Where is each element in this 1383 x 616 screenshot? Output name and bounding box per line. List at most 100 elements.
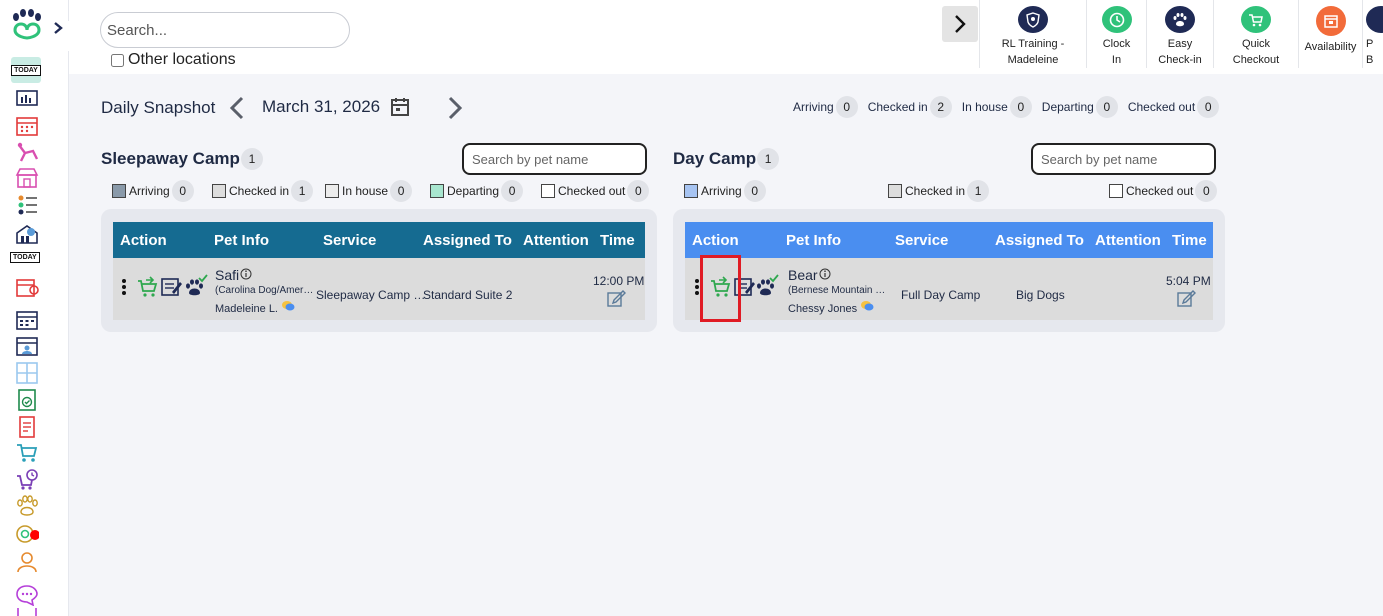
quick-action-easy-check-in[interactable]: Easy Check-in xyxy=(1146,0,1213,68)
paw-check-icon[interactable] xyxy=(184,274,208,301)
sleepaway-legend-departing[interactable]: Departing 0 xyxy=(430,180,524,202)
date-picker-icon[interactable] xyxy=(390,96,410,123)
col-time[interactable]: Time xyxy=(1172,232,1207,249)
paw-check-icon[interactable] xyxy=(755,274,779,301)
other-locations-checkbox[interactable]: Other locations xyxy=(111,51,236,69)
owner-name-link[interactable]: Madeleine L. xyxy=(215,300,295,315)
quick-action-clock-in[interactable]: Clock In xyxy=(1086,0,1146,68)
daycamp-table-header: Action Pet Info Service Assigned To Atte… xyxy=(685,222,1213,258)
previous-day-button[interactable] xyxy=(228,96,246,125)
col-assigned-to[interactable]: Assigned To xyxy=(423,232,512,249)
dashboard-nav-icon[interactable] xyxy=(12,88,42,112)
col-time[interactable]: Time xyxy=(600,232,635,249)
table-row[interactable]: Bear (Bernese Mountain … Chessy Jones Fu… xyxy=(685,258,1213,320)
snapshot-date[interactable]: March 31, 2026 xyxy=(262,97,380,117)
col-attention[interactable]: Attention xyxy=(1095,232,1161,249)
checkout-cart-icon[interactable] xyxy=(137,276,159,301)
quick-action-label: Availability xyxy=(1304,41,1357,53)
daily-snapshot-header: Daily Snapshot xyxy=(101,96,215,120)
assigned-to: Standard Suite 2 xyxy=(423,288,513,302)
col-pet-info[interactable]: Pet Info xyxy=(214,232,269,249)
col-service[interactable]: Service xyxy=(323,232,376,249)
daycamp-legend-checked-out[interactable]: Checked out 0 xyxy=(1109,180,1218,202)
info-icon[interactable] xyxy=(819,268,831,280)
staff-calendar-nav-icon[interactable] xyxy=(12,334,42,358)
quick-action-availability[interactable]: Availability xyxy=(1298,0,1362,68)
daycamp-legend-arriving[interactable]: Arriving 0 xyxy=(684,180,766,202)
paw-icon xyxy=(1165,6,1195,33)
calendar-red-nav-icon[interactable] xyxy=(12,114,42,138)
user-nav-icon[interactable] xyxy=(12,550,42,574)
staff-list-nav-icon[interactable] xyxy=(12,192,42,216)
sleepaway-legend-checked-in[interactable]: Checked in 1 xyxy=(212,180,314,202)
today-nav-icon[interactable]: TODAY xyxy=(11,57,41,83)
quick-action-rl-training[interactable]: RL Training - Madeleine xyxy=(979,0,1086,68)
assigned-to: Big Dogs xyxy=(1016,288,1065,302)
schedule-nav-icon[interactable] xyxy=(12,308,42,332)
sleepaway-pet-search-input[interactable] xyxy=(462,143,647,175)
top-bar: Other locations RL Training - Madeleine … xyxy=(69,0,1383,74)
cart-nav-icon[interactable] xyxy=(12,441,42,465)
chevron-right-icon xyxy=(448,96,463,120)
pet-name-link[interactable]: Safi xyxy=(215,267,252,283)
chat-bubble-icon[interactable] xyxy=(281,300,295,312)
sleepaway-legend-arriving[interactable]: Arriving 0 xyxy=(112,180,194,202)
paw-logo-icon[interactable] xyxy=(10,8,44,42)
calendar-alert-nav-icon[interactable] xyxy=(12,276,42,300)
partial-icon xyxy=(1366,6,1383,33)
report-card-icon[interactable] xyxy=(160,276,184,301)
paw-nav-icon[interactable] xyxy=(12,494,42,518)
col-assigned-to[interactable]: Assigned To xyxy=(995,232,1084,249)
row-menu-icon[interactable] xyxy=(121,278,127,299)
sleepaway-legend-in-house[interactable]: In house 0 xyxy=(325,180,413,202)
total-checked-in[interactable]: Checked in 2 xyxy=(868,96,952,118)
total-in-house[interactable]: In house 0 xyxy=(962,96,1032,118)
next-quick-actions-button[interactable] xyxy=(942,6,978,42)
today-alert-nav-icon[interactable]: TODAY xyxy=(10,252,40,263)
highlight-box xyxy=(700,255,741,322)
notification-nav-icon[interactable] xyxy=(12,522,42,546)
edit-note-icon[interactable] xyxy=(606,288,626,311)
grooming-nav-icon[interactable] xyxy=(12,140,42,164)
total-departing[interactable]: Departing 0 xyxy=(1042,96,1118,118)
edit-note-icon[interactable] xyxy=(1176,288,1196,311)
total-arriving[interactable]: Arriving 0 xyxy=(793,96,858,118)
quick-action-label: P B xyxy=(1366,38,1374,66)
kennel-nav-icon[interactable] xyxy=(12,222,42,246)
chat-nav-icon[interactable] xyxy=(12,583,42,607)
pet-breed: (Bernese Mountain … xyxy=(788,285,886,296)
other-locations-check[interactable] xyxy=(111,53,124,67)
quick-action-label: Clock In xyxy=(1102,38,1131,66)
col-action[interactable]: Action xyxy=(120,232,167,249)
service-name: Sleepaway Camp … xyxy=(316,288,426,302)
grid-nav-icon[interactable] xyxy=(12,361,42,385)
total-checked-out[interactable]: Checked out 0 xyxy=(1128,96,1220,118)
calendar-icon xyxy=(1315,6,1346,36)
more-nav-icon[interactable] xyxy=(12,608,42,616)
store-nav-icon[interactable] xyxy=(12,166,42,190)
col-pet-info[interactable]: Pet Info xyxy=(786,232,841,249)
sleepaway-table-header: Action Pet Info Service Assigned To Atte… xyxy=(113,222,645,258)
chat-bubble-icon[interactable] xyxy=(860,300,874,312)
info-icon[interactable] xyxy=(240,268,252,280)
pet-name-link[interactable]: Bear xyxy=(788,267,831,283)
owner-name-link[interactable]: Chessy Jones xyxy=(788,300,874,315)
col-action[interactable]: Action xyxy=(692,232,739,249)
next-day-button[interactable] xyxy=(446,96,464,125)
quick-action-partial[interactable]: P B xyxy=(1362,0,1383,68)
table-row[interactable]: Safi (Carolina Dog/Amer… Madeleine L. Sl… xyxy=(113,258,645,320)
other-locations-label: Other locations xyxy=(128,51,236,68)
daycamp-pet-search-input[interactable] xyxy=(1031,143,1216,175)
left-rail: TODAY TODAY xyxy=(0,0,69,616)
quick-action-quick-checkout[interactable]: Quick Checkout xyxy=(1213,0,1298,68)
report-nav-icon[interactable] xyxy=(12,415,42,439)
scheduled-time: 5:04 PM xyxy=(1166,274,1211,288)
checklist-nav-icon[interactable] xyxy=(12,388,42,412)
col-attention[interactable]: Attention xyxy=(523,232,589,249)
col-service[interactable]: Service xyxy=(895,232,948,249)
quick-action-label: Quick Checkout xyxy=(1232,38,1280,66)
cart-timer-nav-icon[interactable] xyxy=(12,468,42,492)
sleepaway-legend-checked-out[interactable]: Checked out 0 xyxy=(541,180,650,202)
search-input[interactable] xyxy=(100,12,350,48)
daycamp-legend-checked-in[interactable]: Checked in 1 xyxy=(888,180,990,202)
